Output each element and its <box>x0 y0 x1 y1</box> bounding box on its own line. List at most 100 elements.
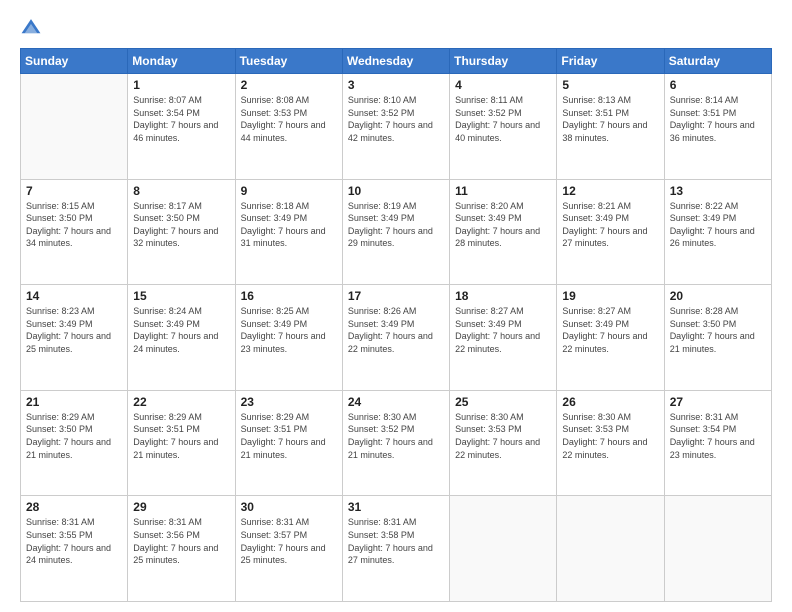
day-info: Sunrise: 8:08 AMSunset: 3:53 PMDaylight:… <box>241 94 337 144</box>
day-info: Sunrise: 8:07 AMSunset: 3:54 PMDaylight:… <box>133 94 229 144</box>
page: SundayMondayTuesdayWednesdayThursdayFrid… <box>0 0 792 612</box>
calendar-cell: 25 Sunrise: 8:30 AMSunset: 3:53 PMDayligh… <box>450 390 557 496</box>
day-info: Sunrise: 8:27 AMSunset: 3:49 PMDaylight:… <box>562 305 658 355</box>
column-header-friday: Friday <box>557 49 664 74</box>
column-header-tuesday: Tuesday <box>235 49 342 74</box>
day-info: Sunrise: 8:30 AMSunset: 3:53 PMDaylight:… <box>562 411 658 461</box>
day-number: 5 <box>562 78 658 92</box>
calendar-cell: 5 Sunrise: 8:13 AMSunset: 3:51 PMDaylight… <box>557 74 664 180</box>
calendar-cell: 31 Sunrise: 8:31 AMSunset: 3:58 PMDayligh… <box>342 496 449 602</box>
day-info: Sunrise: 8:24 AMSunset: 3:49 PMDaylight:… <box>133 305 229 355</box>
day-info: Sunrise: 8:11 AMSunset: 3:52 PMDaylight:… <box>455 94 551 144</box>
day-number: 18 <box>455 289 551 303</box>
day-number: 23 <box>241 395 337 409</box>
calendar-table: SundayMondayTuesdayWednesdayThursdayFrid… <box>20 48 772 602</box>
calendar-cell: 16 Sunrise: 8:25 AMSunset: 3:49 PMDayligh… <box>235 285 342 391</box>
calendar-cell: 21 Sunrise: 8:29 AMSunset: 3:50 PMDayligh… <box>21 390 128 496</box>
day-info: Sunrise: 8:30 AMSunset: 3:53 PMDaylight:… <box>455 411 551 461</box>
calendar-cell: 30 Sunrise: 8:31 AMSunset: 3:57 PMDayligh… <box>235 496 342 602</box>
day-info: Sunrise: 8:10 AMSunset: 3:52 PMDaylight:… <box>348 94 444 144</box>
day-number: 12 <box>562 184 658 198</box>
day-number: 6 <box>670 78 766 92</box>
calendar-cell: 13 Sunrise: 8:22 AMSunset: 3:49 PMDayligh… <box>664 179 771 285</box>
day-number: 3 <box>348 78 444 92</box>
day-number: 1 <box>133 78 229 92</box>
day-number: 21 <box>26 395 122 409</box>
day-info: Sunrise: 8:18 AMSunset: 3:49 PMDaylight:… <box>241 200 337 250</box>
day-number: 15 <box>133 289 229 303</box>
calendar-cell: 23 Sunrise: 8:29 AMSunset: 3:51 PMDayligh… <box>235 390 342 496</box>
day-number: 9 <box>241 184 337 198</box>
calendar-cell: 24 Sunrise: 8:30 AMSunset: 3:52 PMDayligh… <box>342 390 449 496</box>
calendar-cell: 4Sunrise: 8:11 AMSunset: 3:52 PMDaylight… <box>450 74 557 180</box>
day-info: Sunrise: 8:21 AMSunset: 3:49 PMDaylight:… <box>562 200 658 250</box>
calendar-cell <box>450 496 557 602</box>
day-number: 22 <box>133 395 229 409</box>
calendar-cell: 8Sunrise: 8:17 AMSunset: 3:50 PMDaylight… <box>128 179 235 285</box>
day-number: 27 <box>670 395 766 409</box>
day-number: 29 <box>133 500 229 514</box>
day-info: Sunrise: 8:30 AMSunset: 3:52 PMDaylight:… <box>348 411 444 461</box>
day-info: Sunrise: 8:26 AMSunset: 3:49 PMDaylight:… <box>348 305 444 355</box>
day-number: 16 <box>241 289 337 303</box>
calendar-cell: 6 Sunrise: 8:14 AMSunset: 3:51 PMDaylight… <box>664 74 771 180</box>
day-number: 14 <box>26 289 122 303</box>
day-info: Sunrise: 8:23 AMSunset: 3:49 PMDaylight:… <box>26 305 122 355</box>
day-number: 24 <box>348 395 444 409</box>
calendar-cell: 20Sunrise: 8:28 AMSunset: 3:50 PMDayligh… <box>664 285 771 391</box>
calendar-cell: 28 Sunrise: 8:31 AMSunset: 3:55 PMDayligh… <box>21 496 128 602</box>
day-number: 2 <box>241 78 337 92</box>
calendar-week-row: 28 Sunrise: 8:31 AMSunset: 3:55 PMDayligh… <box>21 496 772 602</box>
day-number: 25 <box>455 395 551 409</box>
day-info: Sunrise: 8:22 AMSunset: 3:49 PMDaylight:… <box>670 200 766 250</box>
day-number: 28 <box>26 500 122 514</box>
day-info: Sunrise: 8:13 AMSunset: 3:51 PMDaylight:… <box>562 94 658 144</box>
column-header-wednesday: Wednesday <box>342 49 449 74</box>
calendar-cell: 15 Sunrise: 8:24 AMSunset: 3:49 PMDayligh… <box>128 285 235 391</box>
day-info: Sunrise: 8:14 AMSunset: 3:51 PMDaylight:… <box>670 94 766 144</box>
day-number: 11 <box>455 184 551 198</box>
column-header-saturday: Saturday <box>664 49 771 74</box>
day-info: Sunrise: 8:31 AMSunset: 3:56 PMDaylight:… <box>133 516 229 566</box>
calendar-header-row: SundayMondayTuesdayWednesdayThursdayFrid… <box>21 49 772 74</box>
calendar-cell: 14 Sunrise: 8:23 AMSunset: 3:49 PMDayligh… <box>21 285 128 391</box>
day-info: Sunrise: 8:20 AMSunset: 3:49 PMDaylight:… <box>455 200 551 250</box>
day-info: Sunrise: 8:15 AMSunset: 3:50 PMDaylight:… <box>26 200 122 250</box>
day-number: 31 <box>348 500 444 514</box>
day-number: 8 <box>133 184 229 198</box>
calendar-cell: 27 Sunrise: 8:31 AMSunset: 3:54 PMDayligh… <box>664 390 771 496</box>
day-number: 26 <box>562 395 658 409</box>
column-header-sunday: Sunday <box>21 49 128 74</box>
calendar-week-row: 7Sunrise: 8:15 AMSunset: 3:50 PMDaylight… <box>21 179 772 285</box>
calendar-cell: 10Sunrise: 8:19 AMSunset: 3:49 PMDayligh… <box>342 179 449 285</box>
logo-icon <box>20 16 42 38</box>
calendar-cell: 19 Sunrise: 8:27 AMSunset: 3:49 PMDayligh… <box>557 285 664 391</box>
calendar-week-row: 21 Sunrise: 8:29 AMSunset: 3:50 PMDayligh… <box>21 390 772 496</box>
header <box>20 16 772 38</box>
calendar-cell: 9 Sunrise: 8:18 AMSunset: 3:49 PMDaylight… <box>235 179 342 285</box>
day-info: Sunrise: 8:29 AMSunset: 3:50 PMDaylight:… <box>26 411 122 461</box>
day-info: Sunrise: 8:29 AMSunset: 3:51 PMDaylight:… <box>133 411 229 461</box>
day-info: Sunrise: 8:29 AMSunset: 3:51 PMDaylight:… <box>241 411 337 461</box>
calendar-cell: 7Sunrise: 8:15 AMSunset: 3:50 PMDaylight… <box>21 179 128 285</box>
calendar-cell: 3 Sunrise: 8:10 AMSunset: 3:52 PMDaylight… <box>342 74 449 180</box>
calendar-cell: 2 Sunrise: 8:08 AMSunset: 3:53 PMDaylight… <box>235 74 342 180</box>
day-info: Sunrise: 8:19 AMSunset: 3:49 PMDaylight:… <box>348 200 444 250</box>
calendar-cell: 17Sunrise: 8:26 AMSunset: 3:49 PMDayligh… <box>342 285 449 391</box>
day-number: 30 <box>241 500 337 514</box>
calendar-cell: 26 Sunrise: 8:30 AMSunset: 3:53 PMDayligh… <box>557 390 664 496</box>
day-info: Sunrise: 8:31 AMSunset: 3:57 PMDaylight:… <box>241 516 337 566</box>
day-info: Sunrise: 8:31 AMSunset: 3:54 PMDaylight:… <box>670 411 766 461</box>
day-number: 20 <box>670 289 766 303</box>
column-header-thursday: Thursday <box>450 49 557 74</box>
day-info: Sunrise: 8:31 AMSunset: 3:55 PMDaylight:… <box>26 516 122 566</box>
calendar-cell <box>21 74 128 180</box>
calendar-cell: 29 Sunrise: 8:31 AMSunset: 3:56 PMDayligh… <box>128 496 235 602</box>
day-info: Sunrise: 8:31 AMSunset: 3:58 PMDaylight:… <box>348 516 444 566</box>
day-info: Sunrise: 8:25 AMSunset: 3:49 PMDaylight:… <box>241 305 337 355</box>
day-number: 13 <box>670 184 766 198</box>
calendar-cell: 1 Sunrise: 8:07 AMSunset: 3:54 PMDaylight… <box>128 74 235 180</box>
day-info: Sunrise: 8:27 AMSunset: 3:49 PMDaylight:… <box>455 305 551 355</box>
day-number: 19 <box>562 289 658 303</box>
calendar-cell <box>557 496 664 602</box>
